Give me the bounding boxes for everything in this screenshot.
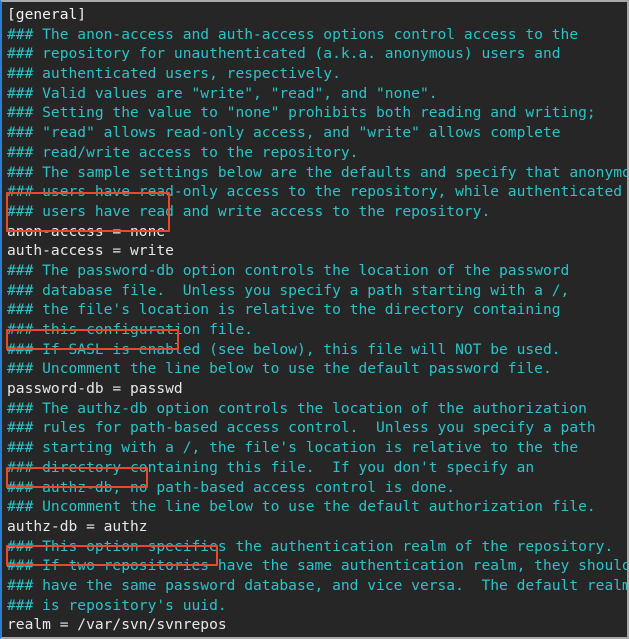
- comment-line[interactable]: ### Valid values are "write", "read", an…: [7, 84, 627, 104]
- config-line[interactable]: realm = /var/svn/svnrepos: [7, 615, 627, 635]
- comment-line[interactable]: ### users have read-only access to the r…: [7, 182, 627, 202]
- section-header[interactable]: [general]: [7, 5, 627, 25]
- comment-line[interactable]: ### The authz-db option controls the loc…: [7, 399, 627, 419]
- comment-line[interactable]: ### Uncomment the line below to use the …: [7, 497, 627, 517]
- comment-line[interactable]: ### directory containing this file. If y…: [7, 458, 627, 478]
- comment-line[interactable]: ### authenticated users, respectively.: [7, 64, 627, 84]
- text-editor-window[interactable]: [general] ### The anon-access and auth-ac…: [0, 0, 629, 639]
- comment-line[interactable]: ### The anon-access and auth-access opti…: [7, 25, 627, 45]
- comment-line[interactable]: ### authz-db, no path-based access contr…: [7, 478, 627, 498]
- comment-line[interactable]: ### this configuration file.: [7, 320, 627, 340]
- comment-line[interactable]: ### starting with a /, the file's locati…: [7, 438, 627, 458]
- comment-line[interactable]: ### rules for path-based access control.…: [7, 418, 627, 438]
- config-line[interactable]: auth-access = write: [7, 241, 627, 261]
- comment-line[interactable]: ### repository for unauthenticated (a.k.…: [7, 44, 627, 64]
- comment-line[interactable]: ### Setting the value to "none" prohibit…: [7, 103, 627, 123]
- comment-line[interactable]: ### The sample settings below are the de…: [7, 163, 627, 183]
- comment-line[interactable]: ### Uncomment the line below to use the …: [7, 359, 627, 379]
- comment-line[interactable]: ### The password-db option controls the …: [7, 261, 627, 281]
- comment-line[interactable]: ### database file. Unless you specify a …: [7, 281, 627, 301]
- config-line[interactable]: authz-db = authz: [7, 517, 627, 537]
- comment-line[interactable]: ### have the same password database, and…: [7, 576, 627, 596]
- code-content[interactable]: [general] ### The anon-access and auth-ac…: [7, 5, 627, 637]
- comment-line[interactable]: ### the file's location is relative to t…: [7, 300, 627, 320]
- config-line[interactable]: password-db = passwd: [7, 379, 627, 399]
- config-line[interactable]: anon-access = none: [7, 222, 627, 242]
- comment-line[interactable]: ### If SASL is enabled (see below), this…: [7, 340, 627, 360]
- comment-line[interactable]: ### If two repositories have the same au…: [7, 556, 627, 576]
- comment-line[interactable]: ### users have read and write access to …: [7, 202, 627, 222]
- comment-line[interactable]: ### The force-username-case option cause…: [7, 635, 627, 637]
- comment-line[interactable]: ### is repository's uuid.: [7, 596, 627, 616]
- comment-line[interactable]: ### read/write access to the repository.: [7, 143, 627, 163]
- comment-line[interactable]: ### This option specifies the authentica…: [7, 537, 627, 557]
- comment-line[interactable]: ### "read" allows read-only access, and …: [7, 123, 627, 143]
